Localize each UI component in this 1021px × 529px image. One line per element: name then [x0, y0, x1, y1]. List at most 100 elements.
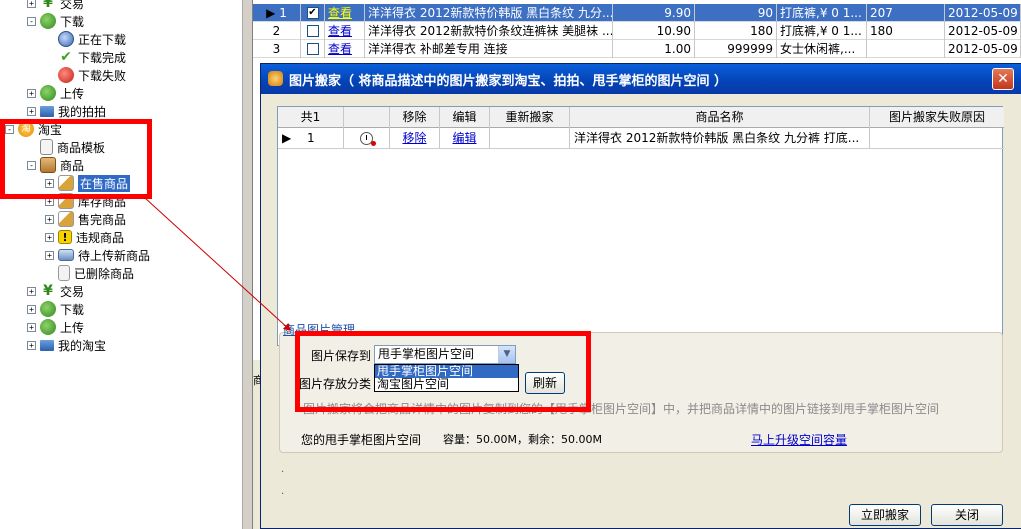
app-icon: [268, 71, 283, 86]
tree-item[interactable]: - 下载: [27, 12, 84, 30]
cell-name: 洋洋得衣 2012新款特价条纹连裤袜 美腿袜 ...: [365, 21, 613, 40]
option-taobao-space[interactable]: 淘宝图片空间: [375, 378, 518, 391]
header-fail-reason: 图片搬家失败原因: [888, 110, 985, 124]
tree-item-label: 已删除商品: [74, 266, 135, 281]
upgrade-space-link[interactable]: 马上升级空间容量: [751, 431, 847, 448]
expand-icon[interactable]: +: [45, 214, 54, 224]
chevron-down-icon[interactable]: ▼: [498, 346, 515, 363]
row-checkbox[interactable]: [306, 43, 319, 55]
expand-icon[interactable]: +: [27, 106, 36, 116]
tree-item-label: 下载: [60, 302, 85, 317]
expand-icon[interactable]: +: [27, 286, 36, 296]
expand-icon[interactable]: +: [45, 250, 54, 260]
tree-item-label: 违规商品: [76, 230, 125, 245]
row-number-cell: ▶ 1: [278, 128, 344, 148]
close-button[interactable]: 关闭: [931, 504, 1003, 526]
tree-item[interactable]: 商品模板: [27, 138, 105, 156]
tree-item[interactable]: + 下载: [27, 300, 84, 318]
row-checkbox[interactable]: [306, 25, 319, 37]
tree-item[interactable]: ✔ 下载完成: [45, 48, 126, 66]
tree-item-label: 下载失败: [78, 68, 127, 83]
tree-item[interactable]: + 库存商品: [45, 192, 126, 210]
tree-item[interactable]: 已删除商品: [45, 264, 134, 282]
row-remove-cell: 移除: [390, 128, 440, 148]
onsale-icon: [58, 175, 74, 191]
category-label: 图片存放分类: [299, 377, 372, 391]
save-to-select[interactable]: 甩手掌柜图片空间 ▼: [374, 345, 516, 364]
cell-text: 洋洋得衣 2012新款特价韩版 黑白条纹 九分...: [368, 5, 613, 20]
collapse-icon[interactable]: -: [27, 160, 36, 170]
failed-icon: [58, 67, 74, 83]
tree-item-label: 待上传新商品: [78, 248, 151, 263]
row-status-cell: [344, 128, 390, 148]
cell-qty: 999999: [695, 39, 777, 58]
network-icon: [40, 339, 54, 351]
cell-text: 90: [757, 5, 773, 20]
header-remove: 移除: [390, 107, 440, 128]
expand-icon[interactable]: +: [27, 304, 36, 314]
capacity-label: 您的甩手掌柜图片空间: [301, 433, 422, 447]
tree-item[interactable]: + 上传: [27, 318, 84, 336]
close-icon[interactable]: ✕: [992, 68, 1014, 90]
table-row[interactable]: ▶ 1 移除 编辑 洋洋得衣 2012新款特价韩版 黑白条纹 九分裤 打底...: [278, 128, 1004, 149]
expand-icon[interactable]: +: [45, 196, 54, 206]
tree-item[interactable]: 下载失败: [45, 66, 126, 84]
expand-icon[interactable]: +: [45, 178, 54, 188]
table-row[interactable]: 2 查看 洋洋得衣 2012新款特价条纹连裤袜 美腿袜 ... 10.90 180 打底裤…: [253, 21, 1021, 40]
refresh-button[interactable]: 刷新: [525, 372, 565, 394]
table-row[interactable]: 3 查看 洋洋得衣 补邮差专用 连接 1.00 999999 女士休闲裤,... 2012-…: [253, 39, 1021, 58]
dialog-title-bar[interactable]: 图片搬家（ 将商品描述中的图片搬家到淘宝、拍拍、甩手掌柜的图片空间 ） ✕: [261, 64, 1021, 94]
expand-icon[interactable]: +: [27, 0, 36, 8]
table-header: 共1 移除 编辑 重新搬家 商品名称 图片搬家失败原因: [278, 107, 1004, 128]
view-link[interactable]: 查看: [328, 24, 352, 38]
tree-item-label: 下载: [60, 14, 85, 29]
tree-item[interactable]: + ¥ 交易: [27, 282, 84, 300]
tree-item[interactable]: + 上传: [27, 84, 84, 102]
upload-icon: [40, 319, 56, 335]
cell-text: 2: [272, 23, 281, 38]
cell-text: 女士休闲裤,...: [780, 41, 856, 56]
tree-item[interactable]: + 我的淘宝: [27, 336, 106, 354]
tree-item-label: 上传: [60, 320, 85, 335]
expand-icon[interactable]: +: [45, 232, 54, 242]
cell-qty: 90: [695, 3, 777, 22]
view-link[interactable]: 查看: [328, 42, 352, 56]
table-row[interactable]: ▶ 1 ✔ 查看 洋洋得衣 2012新款特价韩版 黑白条纹 九分... 9.90 90 打底…: [253, 3, 1021, 22]
cell-text: 1: [279, 5, 287, 20]
splitter[interactable]: [243, 0, 253, 529]
edit-link[interactable]: 编辑: [452, 131, 476, 145]
collapse-icon[interactable]: -: [5, 124, 14, 134]
cell-extra: [867, 39, 945, 58]
tree-item[interactable]: +! 违规商品: [45, 228, 124, 246]
start-move-button[interactable]: 立即搬家: [849, 504, 921, 526]
cell-text: 洋洋得衣 2012新款特价条纹连裤袜 美腿袜 ...: [368, 23, 613, 38]
tree-item[interactable]: + 在售商品: [45, 174, 131, 192]
cell-text: 1.00: [664, 41, 691, 56]
tree-item[interactable]: - 淘淘宝: [5, 120, 62, 138]
save-to-dropdown: 甩手掌柜图片空间 淘宝图片空间: [374, 364, 519, 392]
remove-link[interactable]: 移除: [402, 131, 426, 145]
network-icon: [40, 105, 54, 117]
expand-icon[interactable]: +: [27, 88, 36, 98]
collapse-icon[interactable]: -: [27, 16, 36, 26]
row-checkbox[interactable]: ✔: [306, 7, 319, 19]
tree-item[interactable]: + 待上传新商品: [45, 246, 150, 264]
tree-item-label: 售完商品: [78, 212, 127, 227]
tree-item-label: 上传: [60, 86, 85, 101]
tree-item[interactable]: + 售完商品: [45, 210, 126, 228]
tree-item[interactable]: + 我的拍拍: [27, 102, 106, 120]
row-edit-cell: 编辑: [440, 128, 490, 148]
view-link[interactable]: 查看: [328, 6, 352, 20]
header-remove-again: 重新搬家: [490, 107, 570, 128]
option-shuaishou-space[interactable]: 甩手掌柜图片空间: [375, 365, 518, 378]
tree-item[interactable]: - 商品: [27, 156, 84, 174]
tree-item[interactable]: 正在下载: [45, 30, 126, 48]
header-status: [344, 107, 390, 128]
cell-num: ▶ 1: [253, 3, 301, 22]
expand-icon[interactable]: +: [27, 322, 36, 332]
expand-icon[interactable]: +: [27, 340, 36, 350]
tree-item-label: 交易: [60, 284, 85, 299]
cell-name: 洋洋得衣 2012新款特价韩版 黑白条纹 九分...: [365, 3, 613, 22]
tree-item[interactable]: + ¥ 交易: [27, 0, 84, 12]
cell-num: 3: [253, 39, 301, 58]
